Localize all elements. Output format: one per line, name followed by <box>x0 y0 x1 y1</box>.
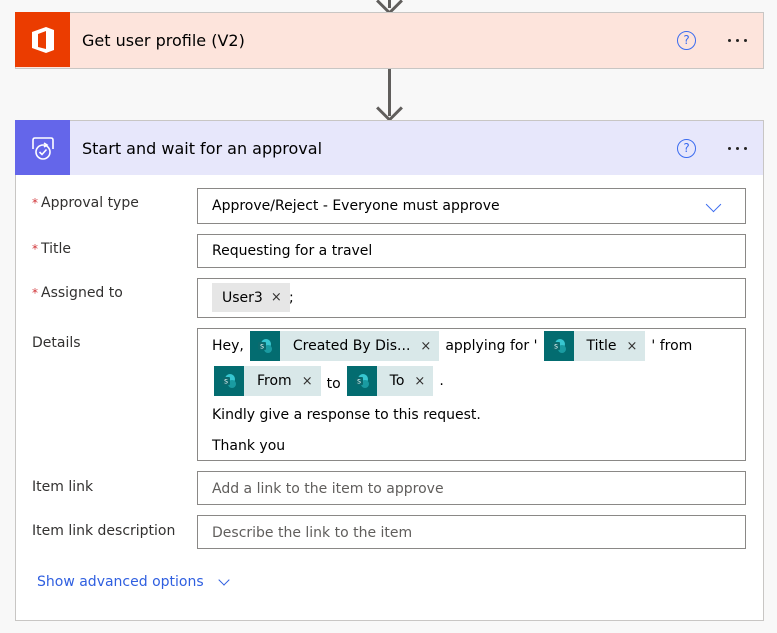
more-options-icon[interactable] <box>728 38 747 42</box>
details-text: Thank you <box>212 438 286 454</box>
required-mark: * <box>32 196 38 210</box>
details-text: . <box>439 373 444 389</box>
remove-token-icon[interactable]: × <box>420 339 431 354</box>
item-link-placeholder: Add a link to the item to approve <box>212 481 444 497</box>
step-get-user-profile[interactable]: Get user profile (V2) ? <box>15 12 764 69</box>
dynamic-token[interactable]: S Created By Dis... × <box>249 331 440 361</box>
sharepoint-icon: S <box>346 366 377 396</box>
details-text: applying for ' <box>445 338 538 354</box>
remove-token-icon[interactable]: × <box>414 374 425 389</box>
step-title: Start and wait for an approval <box>82 138 323 158</box>
user-token-label: User3 <box>222 289 263 306</box>
chevron-down-icon[interactable] <box>705 196 722 213</box>
office-icon <box>15 12 70 67</box>
svg-text:S: S <box>357 379 361 386</box>
remove-token-icon[interactable]: × <box>302 374 313 389</box>
details-text: Kindly give a response to this request. <box>212 407 481 423</box>
title-value: Requesting for a travel <box>212 243 373 259</box>
remove-token-icon[interactable]: × <box>271 290 282 305</box>
show-advanced-options-link[interactable]: Show advanced options <box>37 574 230 590</box>
more-options-icon[interactable] <box>728 146 747 150</box>
title-input[interactable]: Requesting for a travel <box>197 234 746 268</box>
details-text: ' from <box>651 338 693 354</box>
token-label: Title <box>586 338 617 354</box>
assigned-to-label: * Assigned to <box>32 285 123 301</box>
dynamic-token[interactable]: S To × <box>346 366 434 396</box>
sharepoint-icon: S <box>214 366 244 396</box>
token-label: Created By Dis... <box>292 338 411 354</box>
help-icon[interactable]: ? <box>677 30 696 50</box>
separator-text: ; <box>289 290 294 306</box>
title-label: * Title <box>32 241 71 257</box>
sharepoint-icon: S <box>543 331 574 361</box>
step-start-approval[interactable]: Start and wait for an approval ? * Approv… <box>15 120 764 621</box>
details-text: to <box>326 376 341 392</box>
item-link-description-placeholder: Describe the link to the item <box>212 525 413 541</box>
details-text: Hey, <box>212 338 244 354</box>
label-text: Approval type <box>41 195 139 211</box>
step-header[interactable]: Get user profile (V2) ? <box>15 12 763 67</box>
advanced-label: Show advanced options <box>37 574 204 590</box>
approval-type-select[interactable]: Approve/Reject - Everyone must approve <box>197 188 746 224</box>
item-link-description-label: Item link description <box>32 523 176 539</box>
approval-icon <box>15 120 70 175</box>
token-label: To <box>389 373 405 389</box>
help-icon[interactable]: ? <box>677 138 696 158</box>
item-link-description-input[interactable]: Describe the link to the item <box>197 515 746 549</box>
assigned-to-input[interactable]: User3 × ; <box>197 278 746 318</box>
item-link-input[interactable]: Add a link to the item to approve <box>197 471 746 505</box>
label-text: Title <box>41 241 72 257</box>
svg-text:S: S <box>260 344 264 351</box>
dynamic-token[interactable]: S From × <box>214 366 321 396</box>
user-token[interactable]: User3 × <box>212 283 290 312</box>
approval-type-value: Approve/Reject - Everyone must approve <box>212 198 500 214</box>
step-header[interactable]: Start and wait for an approval ? <box>15 120 763 175</box>
token-label: From <box>257 373 292 389</box>
chevron-down-icon <box>217 574 230 586</box>
sharepoint-icon: S <box>249 331 280 361</box>
details-label: Details <box>32 335 81 351</box>
step-title: Get user profile (V2) <box>82 30 245 50</box>
details-editor[interactable]: Hey, S Created By Dis... × applying for … <box>197 328 746 461</box>
label-text: Assigned to <box>41 285 123 301</box>
svg-text:S: S <box>554 344 558 351</box>
remove-token-icon[interactable]: × <box>627 339 638 354</box>
required-mark: * <box>32 286 38 300</box>
dynamic-token[interactable]: S Title × <box>543 331 646 361</box>
item-link-label: Item link <box>32 479 94 495</box>
approval-type-label: * Approval type <box>32 195 139 211</box>
required-mark: * <box>32 242 38 256</box>
svg-text:S: S <box>224 379 228 386</box>
